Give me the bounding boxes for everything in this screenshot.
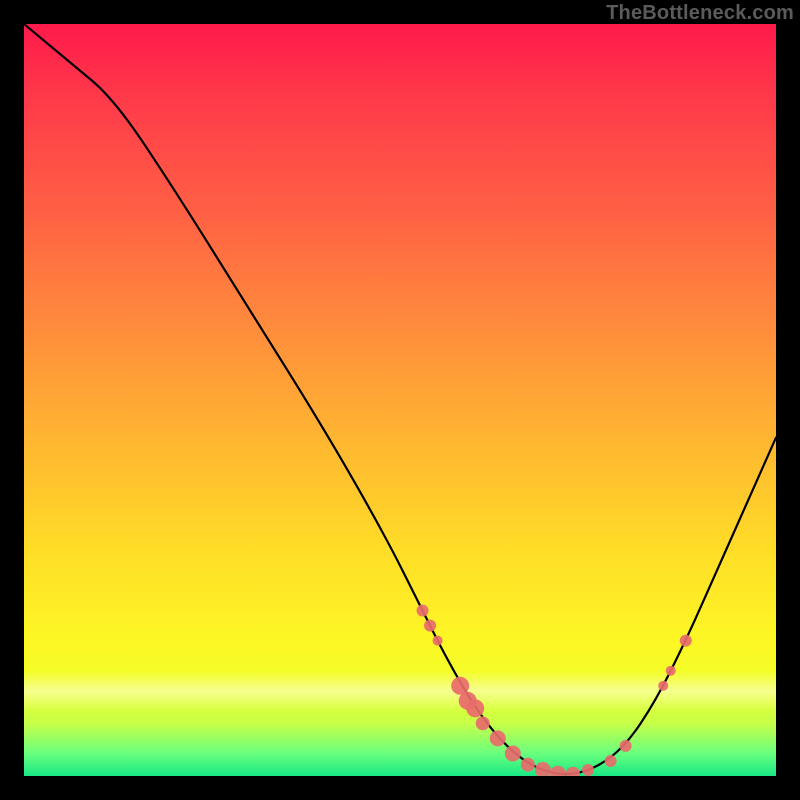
- curve-marker: [424, 620, 436, 632]
- curve-marker: [505, 745, 521, 761]
- plot-area: [24, 24, 776, 776]
- curve-marker: [605, 755, 617, 767]
- curve-marker: [490, 730, 506, 746]
- curve-marker: [417, 605, 429, 617]
- curve-marker: [521, 758, 535, 772]
- curve-layer: [24, 24, 776, 776]
- curve-marker: [466, 699, 484, 717]
- curve-marker: [433, 636, 443, 646]
- curve-marker: [620, 740, 632, 752]
- curve-marker: [680, 635, 692, 647]
- curve-marker: [550, 766, 566, 776]
- curve-marker: [582, 764, 594, 776]
- curve-marker: [658, 681, 668, 691]
- chart-frame: TheBottleneck.com: [0, 0, 800, 800]
- curve-marker: [666, 666, 676, 676]
- curve-marker: [535, 762, 551, 776]
- watermark-text: TheBottleneck.com: [606, 2, 794, 25]
- bottleneck-curve: [24, 24, 776, 774]
- curve-marker: [566, 767, 580, 776]
- curve-marker: [476, 716, 490, 730]
- curve-markers: [417, 605, 692, 776]
